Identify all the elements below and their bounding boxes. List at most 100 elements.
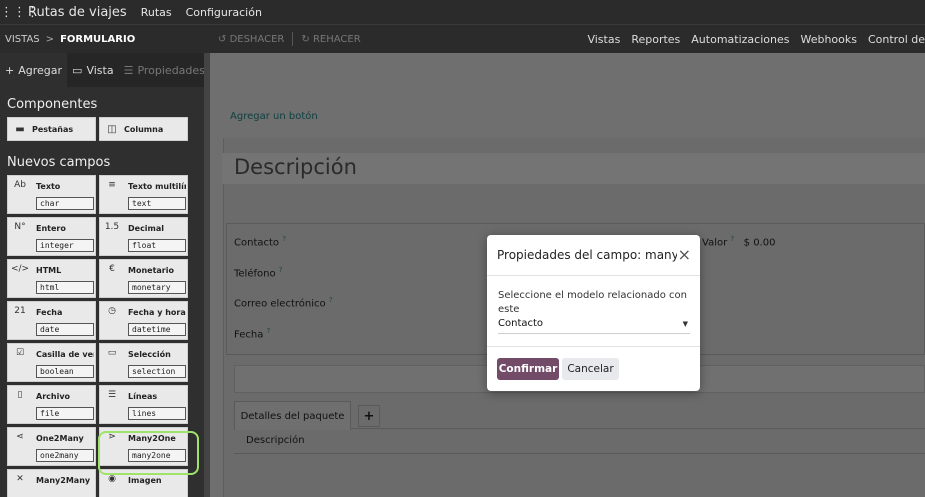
- field-label: One2Many: [36, 434, 84, 443]
- tab-agregar[interactable]: + Agregar: [0, 53, 68, 87]
- studio-control-bar: VISTAS > FORMULARIO ↺ DESHACER ↻ REHACER…: [0, 24, 925, 53]
- top-navbar: ⋮⋮⋮ Rutas de viajes Rutas Configuración: [0, 0, 925, 24]
- field-html[interactable]: </> HTML html: [7, 259, 96, 298]
- tab-detalles-paquete[interactable]: Detalles del paquete: [234, 401, 351, 430]
- columns-icon: ◫: [107, 123, 117, 135]
- app-title[interactable]: Rutas de viajes: [28, 5, 127, 20]
- paragraph-icon: ≡: [108, 180, 116, 190]
- field-label: Decimal: [128, 224, 165, 233]
- field-fecha[interactable]: 21 Fecha date: [7, 301, 96, 340]
- code-icon: </>: [10, 264, 30, 274]
- component-pestanas[interactable]: ▬ Pestañas: [7, 117, 96, 141]
- component-columna[interactable]: ◫ Columna: [99, 117, 188, 141]
- field-type: date: [36, 323, 94, 336]
- field-type: char: [36, 197, 94, 210]
- title-field[interactable]: Descripción: [222, 153, 925, 184]
- clock-icon: ◷: [108, 306, 116, 316]
- new-fields-title: Nuevos campos: [7, 155, 111, 170]
- field-monetario[interactable]: € Monetario monetary: [99, 259, 188, 298]
- title-placeholder: Descripción: [234, 155, 357, 179]
- redo-label: REHACER: [312, 33, 361, 45]
- field-fecha-hora[interactable]: ◷ Fecha y hora datetime: [99, 301, 188, 340]
- field-label: Teléfono: [234, 268, 276, 280]
- field-one2many[interactable]: ⋖ One2Many one2many: [7, 427, 96, 466]
- field-label: Texto: [36, 182, 61, 191]
- field-lineas[interactable]: ☰ Líneas lines: [99, 385, 188, 424]
- tab-propiedades[interactable]: ☰ Propiedades: [119, 53, 210, 87]
- menu-automatizaciones[interactable]: Automatizaciones: [691, 33, 789, 46]
- folder-icon: ▬: [15, 123, 25, 135]
- field-decimal[interactable]: 1.5 Decimal float: [99, 217, 188, 256]
- tab-vista[interactable]: ▭ Vista: [67, 53, 119, 87]
- cancel-button[interactable]: Cancelar: [562, 358, 619, 380]
- menu-configuracion[interactable]: Configuración: [186, 6, 262, 19]
- close-icon[interactable]: ×: [678, 245, 691, 264]
- field-type: text: [128, 197, 186, 210]
- related-model-select[interactable]: Contacto ▼: [498, 318, 690, 334]
- undo-icon: ↺: [218, 33, 230, 45]
- file-icon: ▯: [17, 390, 23, 400]
- field-label: Imagen: [128, 476, 162, 485]
- share-icon: ⋖: [16, 432, 24, 442]
- euro-icon: €: [109, 264, 115, 274]
- select-value: Contacto: [498, 318, 544, 329]
- field-type: selection: [128, 365, 186, 378]
- field-label: Valor: [702, 237, 728, 249]
- field-archivo[interactable]: ▯ Archivo file: [7, 385, 96, 424]
- field-label: Fecha: [234, 329, 264, 341]
- component-label: Pestañas: [32, 124, 74, 134]
- field-contacto[interactable]: Contacto ?: [234, 235, 286, 248]
- field-valor[interactable]: Valor ? $ 0.00: [702, 235, 775, 248]
- field-seleccion[interactable]: ▭ Selección selection: [99, 343, 188, 382]
- add-button-link[interactable]: Agregar un botón: [230, 111, 318, 122]
- breadcrumb-vistas[interactable]: VISTAS: [5, 34, 40, 45]
- divider: [292, 32, 294, 46]
- calendar-icon: 21: [14, 306, 26, 316]
- dialog-divider: [487, 346, 700, 347]
- field-properties-dialog: Propiedades del campo: many... × Selecci…: [487, 235, 700, 391]
- breadcrumb-separator: >: [45, 33, 55, 45]
- field-many2many[interactable]: ✕ Many2Many: [7, 469, 96, 497]
- menu-vistas[interactable]: Vistas: [587, 33, 620, 46]
- field-label: Casilla de ver...: [36, 350, 94, 359]
- select-icon: ▭: [107, 348, 117, 358]
- field-texto[interactable]: Ab Texto char: [7, 175, 96, 214]
- menu-rutas[interactable]: Rutas: [141, 6, 172, 19]
- field-label: Selección: [128, 350, 171, 359]
- related-model-label: Seleccione el modelo relacionado con est…: [498, 290, 687, 315]
- undo-button[interactable]: ↺ DESHACER: [218, 34, 284, 45]
- confirm-button[interactable]: Confirmar: [497, 358, 559, 380]
- menu-reportes[interactable]: Reportes: [631, 33, 680, 46]
- menu-control[interactable]: Control de: [868, 33, 925, 46]
- sidebar-tabs: + Agregar ▭ Vista ☰ Propiedades: [0, 53, 205, 87]
- undo-label: DESHACER: [229, 33, 285, 45]
- field-type: datetime: [128, 323, 186, 336]
- field-entero[interactable]: N° Entero integer: [7, 217, 96, 256]
- apps-grid-icon[interactable]: ⋮⋮⋮: [0, 5, 39, 20]
- field-telefono[interactable]: Teléfono ?: [234, 266, 283, 279]
- help-icon: ?: [730, 235, 735, 243]
- field-label: Entero: [36, 224, 66, 233]
- notebook-tabs: Detalles del paquete +: [234, 401, 925, 430]
- redo-icon: ↻: [301, 33, 313, 45]
- redo-button[interactable]: ↻ REHACER: [301, 34, 360, 45]
- field-type: boolean: [36, 365, 94, 378]
- number-icon: N°: [14, 222, 26, 232]
- field-value: $ 0.00: [743, 237, 776, 249]
- field-fecha[interactable]: Fecha ?: [234, 327, 270, 340]
- camera-icon: ◉: [108, 474, 116, 484]
- dialog-title: Propiedades del campo: many...: [497, 248, 677, 262]
- field-correo[interactable]: Correo electrónico ?: [234, 296, 333, 309]
- monitor-icon: ▭: [72, 63, 83, 77]
- breadcrumb: VISTAS > FORMULARIO: [0, 34, 212, 45]
- decimal-icon: 1.5: [104, 222, 120, 232]
- field-type: monetary: [128, 281, 186, 294]
- checkbox-icon: ☑: [15, 348, 25, 358]
- field-label: Many2Many: [36, 476, 91, 485]
- field-casilla[interactable]: ☑ Casilla de ver... boolean: [7, 343, 96, 382]
- menu-webhooks[interactable]: Webhooks: [800, 33, 857, 46]
- field-texto-multilinea[interactable]: ≡ Texto multilín... text: [99, 175, 188, 214]
- field-type: float: [128, 239, 186, 252]
- help-icon: ?: [278, 266, 283, 274]
- add-tab-icon[interactable]: +: [358, 405, 380, 427]
